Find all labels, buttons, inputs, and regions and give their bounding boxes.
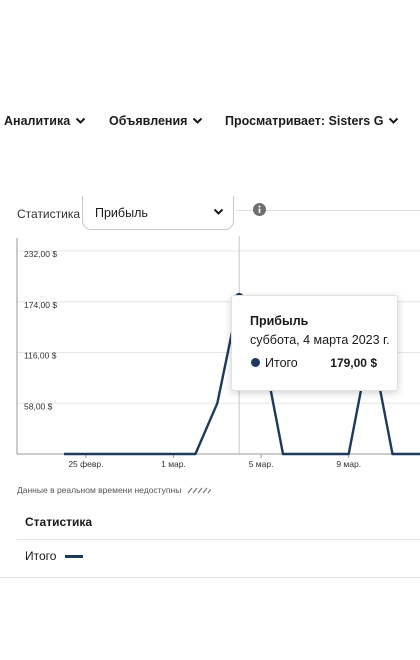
nav-viewing-label: Просматривает: Sisters G: [225, 114, 384, 128]
x-tick-label: 1 мар.: [161, 459, 186, 469]
y-tick-label: 232,00 $: [24, 249, 57, 259]
chart-tooltip: Прибыль суббота, 4 марта 2023 г. Итого 1…: [231, 295, 398, 391]
nav-viewing[interactable]: Просматривает: Sisters G: [225, 113, 399, 129]
y-tick-label: 116,00 $: [24, 351, 57, 361]
x-tick-label: 9 мар.: [336, 459, 361, 469]
legend-item-label: Итого: [25, 549, 57, 563]
realtime-note-text: Данные в реальном времени недоступны: [17, 485, 182, 495]
tooltip-series-dot: [251, 358, 260, 367]
y-tick-label: 58,00 $: [24, 401, 53, 411]
legend-divider: [17, 539, 420, 540]
realtime-note: Данные в реальном времени недоступны: [17, 485, 212, 495]
metric-select-value: Прибыль: [95, 206, 148, 220]
x-tick-label: 25 февр.: [68, 459, 103, 469]
tooltip-value: 179,00 $: [330, 356, 377, 370]
chevron-down-icon: [75, 117, 86, 124]
hatch-pattern-icon: [187, 487, 212, 493]
nav-analytics-label: Аналитика: [4, 114, 71, 128]
tooltip-title: Прибыль: [250, 314, 309, 328]
chevron-down-icon: [389, 117, 399, 124]
stats-label: Статистика: [17, 207, 81, 221]
chevron-down-icon: [213, 208, 224, 215]
tooltip-date: суббота, 4 марта 2023 г.: [250, 333, 390, 347]
chevron-down-icon: [193, 117, 203, 124]
bottom-divider: [0, 577, 420, 578]
info-icon[interactable]: [253, 203, 266, 216]
x-tick-label: 5 мар.: [249, 459, 274, 469]
legend-item-total[interactable]: Итого: [25, 549, 84, 563]
nav-analytics[interactable]: Аналитика: [4, 113, 86, 129]
tooltip-series-name: Итого: [265, 356, 298, 370]
nav-ads-label: Объявления: [109, 114, 188, 128]
legend-title: Статистика: [25, 515, 93, 529]
legend-swatch: [65, 554, 84, 558]
y-tick-label: 174,00 $: [24, 300, 57, 310]
metric-select[interactable]: Прибыль: [82, 196, 234, 230]
nav-ads[interactable]: Объявления: [109, 113, 203, 129]
